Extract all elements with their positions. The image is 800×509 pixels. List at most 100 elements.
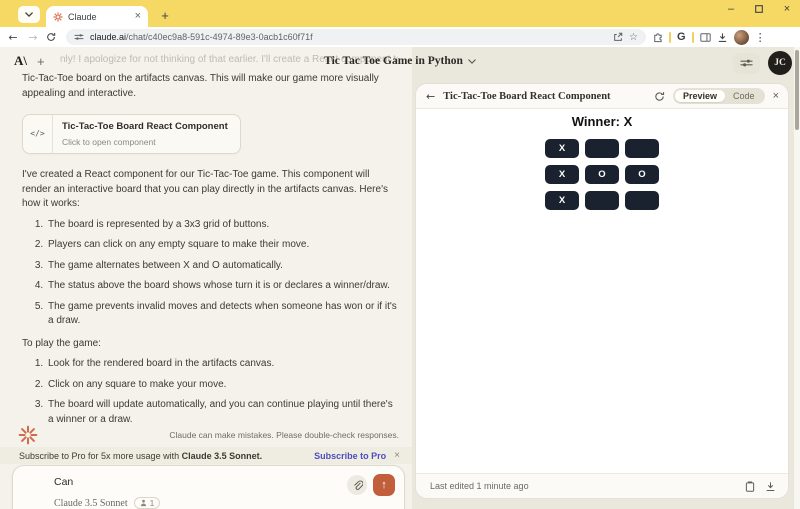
banner-model-name: Claude 3.5 Sonnet. [182,451,263,461]
toolbar-separator [669,32,671,43]
board-cell[interactable]: X [545,191,579,210]
forward-icon[interactable]: → [26,31,40,44]
panel-refresh-button[interactable] [654,91,665,102]
downloads-icon[interactable] [717,32,728,43]
download-artifact-button[interactable] [765,481,776,492]
maximize-button[interactable] [752,2,766,16]
artifact-preview: Winner: X X X O O X [416,109,788,473]
message-paragraph: I've created a React component for our T… [22,168,398,212]
sliders-icon [740,58,753,68]
list-item: Players can click on any empty square to… [46,238,398,253]
conversation-title[interactable]: Tic Tac Toe Game in Python [324,55,463,67]
last-edited-text: Last edited 1 minute ago [430,481,735,491]
how-it-works-list: The board is represented by a 3x3 grid o… [22,218,398,329]
claude-favicon [53,12,63,22]
share-icon[interactable] [613,32,623,42]
pro-upsell-banner: Subscribe to Pro for 5x more usage with … [0,447,412,464]
preview-tab[interactable]: Preview [675,90,725,102]
message-composer[interactable]: Can Claude 3.5 Sonnet 1 ↑ [12,465,405,509]
model-selector[interactable]: Claude 3.5 Sonnet [54,498,128,509]
board-cell[interactable]: X [545,165,579,184]
board-cell[interactable] [625,139,659,158]
paperclip-icon [352,480,363,491]
browser-window: Claude × + – × ← → claude.ai/chat/c40ec9… [0,0,800,509]
composer-input[interactable]: Can [54,476,392,488]
download-icon [765,481,776,492]
new-chat-button[interactable]: + [37,54,45,69]
menu-dots-icon[interactable]: ⋮ [755,31,766,44]
board-cell[interactable]: O [585,165,619,184]
composer-badge[interactable]: 1 [134,497,161,509]
page-scrollbar[interactable] [794,47,800,509]
chevron-down-icon [468,59,476,64]
refresh-icon [654,91,665,102]
claude-app-logo[interactable]: A\ [14,53,27,69]
copy-artifact-button[interactable] [745,481,755,492]
new-tab-button[interactable]: + [156,6,174,24]
attach-button[interactable] [347,475,367,495]
tab-close-icon[interactable]: × [135,11,141,22]
minimize-button[interactable]: – [724,2,738,16]
board-cell[interactable]: X [545,139,579,158]
browser-tab-strip: Claude × + – × [0,0,800,27]
list-item: Look for the rendered board in the artif… [46,357,398,372]
claude-app: nly! I apologize for not thinking of tha… [0,47,800,509]
browser-profile-avatar[interactable] [734,30,749,45]
banner-text: Subscribe to Pro for 5x more usage with [19,451,182,461]
message-paragraph: To play the game: [22,337,398,352]
chat-column: nly! I apologize for not thinking of tha… [0,47,412,509]
side-panel-icon[interactable] [700,33,711,42]
code-tab[interactable]: Code [725,90,763,102]
browser-tab-claude[interactable]: Claude × [46,6,148,27]
artifact-panel-title: Tic-Tac-Toe Board React Component [443,91,646,102]
window-controls: – × [724,2,794,16]
browser-toolbar: ← → claude.ai/chat/c40ec9a8-591c-4974-89… [0,27,800,47]
tab-title: Claude [68,12,130,22]
back-icon[interactable]: ← [6,31,20,44]
tic-tac-toe-board: X X O O X [416,139,788,210]
panel-back-icon[interactable]: ← [426,90,435,103]
game-status: Winner: X [416,114,788,129]
window-close-button[interactable]: × [780,2,794,16]
address-bar[interactable]: claude.ai/chat/c40ec9a8-591c-4974-89e3-0… [66,29,646,45]
clipboard-icon [745,481,755,492]
artifact-panel: ← Tic-Tac-Toe Board React Component Prev… [415,83,789,499]
chevron-down-icon [25,12,33,17]
settings-sliders-button[interactable] [733,53,760,74]
list-item: The board is represented by a 3x3 grid o… [46,218,398,233]
extensions-icon[interactable] [652,32,663,43]
subscribe-to-pro-link[interactable]: Subscribe to Pro [314,451,386,461]
claude-sunburst-logo [18,425,38,445]
site-settings-icon[interactable] [74,33,84,41]
bookmark-star-icon[interactable]: ☆ [629,32,638,43]
board-cell[interactable] [625,191,659,210]
send-button[interactable]: ↑ [373,474,395,496]
tab-search-button[interactable] [18,6,40,23]
panel-close-icon[interactable]: × [773,90,779,102]
url-host: claude.ai [90,32,126,42]
chat-messages: nly! I apologize for not thinking of tha… [0,47,412,423]
list-item: The status above the board shows whose t… [46,279,398,294]
board-cell[interactable] [585,139,619,158]
url-path: /chat/c40ec9a8-591c-4974-89e3-0acb1c60f7… [126,32,313,42]
reload-icon[interactable] [46,32,60,42]
scrollbar-thumb[interactable] [795,50,799,130]
google-profile-icon[interactable]: G [677,31,686,43]
person-icon [140,499,147,507]
list-item: The board will update automatically, and… [46,398,398,423]
list-item: The game prevents invalid moves and dete… [46,300,398,329]
play-steps-list: Look for the rendered board in the artif… [22,357,398,423]
artifact-card-button[interactable]: </> Tic-Tac-Toe Board React Component Cl… [22,114,241,154]
preview-code-toggle: Preview Code [673,88,765,104]
board-cell[interactable] [585,191,619,210]
user-avatar[interactable]: JC [768,51,792,75]
url-text: claude.ai/chat/c40ec9a8-591c-4974-89e3-0… [90,32,607,42]
board-cell[interactable]: O [625,165,659,184]
arrow-up-icon: ↑ [381,479,387,491]
list-item: Click on any square to make your move. [46,378,398,393]
artifact-card-title: Tic-Tac-Toe Board React Component [62,120,228,134]
toolbar-separator [692,32,694,43]
list-item: The game alternates between X and O auto… [46,259,398,274]
code-icon: </> [23,115,53,153]
banner-close-icon[interactable]: × [394,450,400,461]
